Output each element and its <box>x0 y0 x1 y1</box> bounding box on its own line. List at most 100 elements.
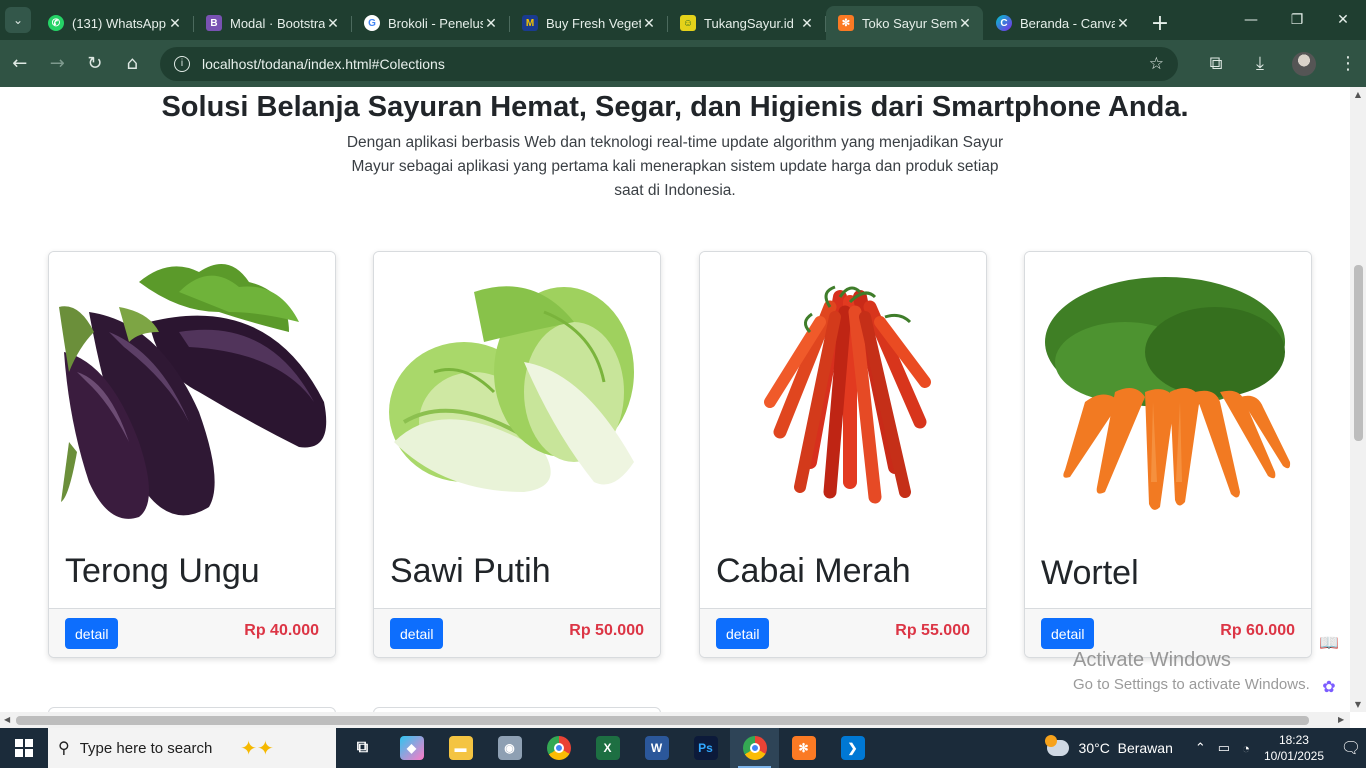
tab-title: Buy Fresh Vegetables <box>546 15 641 31</box>
clock-time: 18:23 <box>1278 733 1309 747</box>
whatsapp-icon: ✆ <box>48 15 64 31</box>
word-icon: W <box>644 736 669 760</box>
tab-bootstrap-modal[interactable]: B Modal · Bootstrap ✕ <box>194 6 352 40</box>
window-controls: — ❐ ✕ <box>1228 0 1366 40</box>
excel-icon: X <box>595 736 620 760</box>
chevron-up-icon[interactable]: ⌃ <box>1195 740 1206 756</box>
file-explorer-app[interactable]: ▬ <box>436 728 485 768</box>
tab-canva[interactable]: C Beranda - Canva ✕ <box>984 6 1141 40</box>
tab-tukangsayur[interactable]: ☺ TukangSayur.id ✕ <box>668 6 826 40</box>
product-price: Rp 50.000 <box>569 622 644 639</box>
home-button[interactable]: ⌂ <box>115 46 151 82</box>
task-view-button[interactable]: ⧉ <box>338 728 387 768</box>
product-card: Wortel detail Rp 60.000 <box>1024 251 1312 658</box>
reload-button[interactable]: ↻ <box>77 46 113 82</box>
copilot-app[interactable]: ◆ <box>387 728 436 768</box>
excel-app[interactable]: X <box>583 728 632 768</box>
close-icon[interactable]: ✕ <box>957 15 973 32</box>
copilot-app-icon: ◆ <box>399 736 424 760</box>
forward-button[interactable]: → <box>40 46 76 82</box>
tab-toko-sayur[interactable]: ✻ Toko Sayur Semua ✕ <box>826 6 983 40</box>
detail-button[interactable]: detail <box>716 618 770 649</box>
new-tab-button[interactable]: + <box>1142 6 1178 40</box>
vertical-scrollbar[interactable]: ▲ ▼ <box>1350 87 1366 712</box>
word-app[interactable]: W <box>632 728 681 768</box>
bookmark-star-icon[interactable]: ☆ <box>1149 54 1164 74</box>
close-window-button[interactable]: ✕ <box>1320 0 1366 40</box>
tab-search-button[interactable]: ⌄ <box>0 0 36 40</box>
search-highlight-icon: ✦✦ <box>240 737 274 760</box>
tab-title: Modal · Bootstrap <box>230 15 325 31</box>
system-tray: 30°C Berawan ⌃ ▭ ◔ 18:23 10/01/2025 🗨 <box>1044 728 1366 768</box>
restore-button[interactable]: ❐ <box>1274 0 1320 40</box>
chrome-app-active[interactable] <box>730 728 779 768</box>
product-card: Cabai Merah detail Rp 55.000 <box>699 251 987 658</box>
scroll-down-arrow[interactable]: ▼ <box>1353 700 1363 709</box>
tab-whatsapp[interactable]: ✆ (131) WhatsApp ✕ <box>36 6 194 40</box>
vertical-scroll-thumb[interactable] <box>1354 265 1363 441</box>
side-panel-icons: 📖 ✿ <box>1316 629 1342 712</box>
start-button[interactable] <box>0 728 48 768</box>
product-card: Sawi Putih detail Rp 50.000 <box>373 251 661 658</box>
notification-icon[interactable]: 🗨 <box>1336 738 1366 758</box>
address-bar[interactable]: i localhost/todana/index.html#Colections… <box>160 46 1178 81</box>
camera-app[interactable]: ◉ <box>485 728 534 768</box>
chrome-app[interactable] <box>534 728 583 768</box>
tab-buy-fresh[interactable]: M Buy Fresh Vegetables ✕ <box>510 6 668 40</box>
page-heading: Solusi Belanja Sayuran Hemat, Segar, dan… <box>161 91 1189 123</box>
close-icon[interactable]: ✕ <box>483 15 499 32</box>
minimize-button[interactable]: — <box>1228 0 1274 40</box>
detail-button[interactable]: detail <box>1041 618 1095 649</box>
xampp-app[interactable]: ✻ <box>779 728 828 768</box>
camera-icon: ◉ <box>497 736 522 760</box>
card-footer: detail Rp 40.000 <box>49 608 335 657</box>
product-image-red-chili <box>700 252 986 538</box>
horizontal-scroll-thumb[interactable] <box>16 716 1309 725</box>
product-name: Terong Ungu <box>65 552 260 590</box>
home-icon: ⌂ <box>126 53 138 74</box>
tab-title: Beranda - Canva <box>1020 15 1115 31</box>
product-name: Sawi Putih <box>390 552 551 590</box>
copilot-icon[interactable]: ✿ <box>1316 673 1342 699</box>
tab-google-search[interactable]: G Brokoli - Penelusuran ✕ <box>352 6 510 40</box>
close-icon[interactable]: ✕ <box>1115 15 1131 32</box>
search-placeholder: Type here to search <box>79 739 213 757</box>
info-icon[interactable]: i <box>174 55 190 72</box>
activate-windows-watermark: Activate Windows Go to Settings to activ… <box>1073 649 1310 693</box>
product-name: Cabai Merah <box>716 552 911 590</box>
photoshop-app[interactable]: Ps <box>681 728 730 768</box>
wifi-icon[interactable]: ◔ <box>1242 741 1250 756</box>
task-view-icon: ⧉ <box>356 739 369 756</box>
scroll-left-arrow[interactable]: ◀ <box>4 715 10 724</box>
menu-button[interactable]: ⋮ <box>1330 46 1366 82</box>
arrow-left-icon: ← <box>12 53 28 74</box>
canva-icon: C <box>996 15 1012 31</box>
clock[interactable]: 18:23 10/01/2025 <box>1264 732 1324 764</box>
taskbar-search[interactable]: ⚲ Type here to search ✦✦ <box>48 728 336 768</box>
weather-widget[interactable]: 30°C Berawan <box>1044 735 1173 756</box>
windows-taskbar: ⚲ Type here to search ✦✦ ⧉ ◆ ▬ ◉ X W Ps … <box>0 728 1366 768</box>
close-icon[interactable]: ✕ <box>325 15 341 32</box>
xampp-app-icon: ✻ <box>791 736 816 760</box>
horizontal-scrollbar[interactable]: ◀ ▶ <box>0 712 1350 728</box>
windows-logo-icon <box>15 739 33 757</box>
download-icon: ⤓ <box>1256 53 1264 74</box>
close-icon[interactable]: ✕ <box>641 15 657 32</box>
tab-title: (131) WhatsApp <box>72 15 166 31</box>
network-icon[interactable]: ▭ <box>1218 740 1230 756</box>
profile-button[interactable] <box>1286 46 1322 82</box>
puzzle-icon: ⧉ <box>1209 53 1223 74</box>
scroll-up-arrow[interactable]: ▲ <box>1353 90 1363 99</box>
scroll-right-arrow[interactable]: ▶ <box>1338 715 1344 724</box>
detail-button[interactable]: detail <box>390 618 444 649</box>
downloads-button[interactable]: ⤓ <box>1242 46 1278 82</box>
url-text[interactable]: localhost/todana/index.html#Colections <box>202 56 1149 72</box>
temperature: 30°C <box>1078 740 1110 756</box>
detail-button[interactable]: detail <box>65 618 119 649</box>
back-button[interactable]: ← <box>2 46 38 82</box>
vscode-app[interactable]: ❯ <box>828 728 877 768</box>
extensions-button[interactable]: ⧉ <box>1198 46 1234 82</box>
reading-mode-icon[interactable]: 📖 <box>1316 629 1342 655</box>
close-icon[interactable]: ✕ <box>167 15 183 32</box>
close-icon[interactable]: ✕ <box>799 15 815 32</box>
